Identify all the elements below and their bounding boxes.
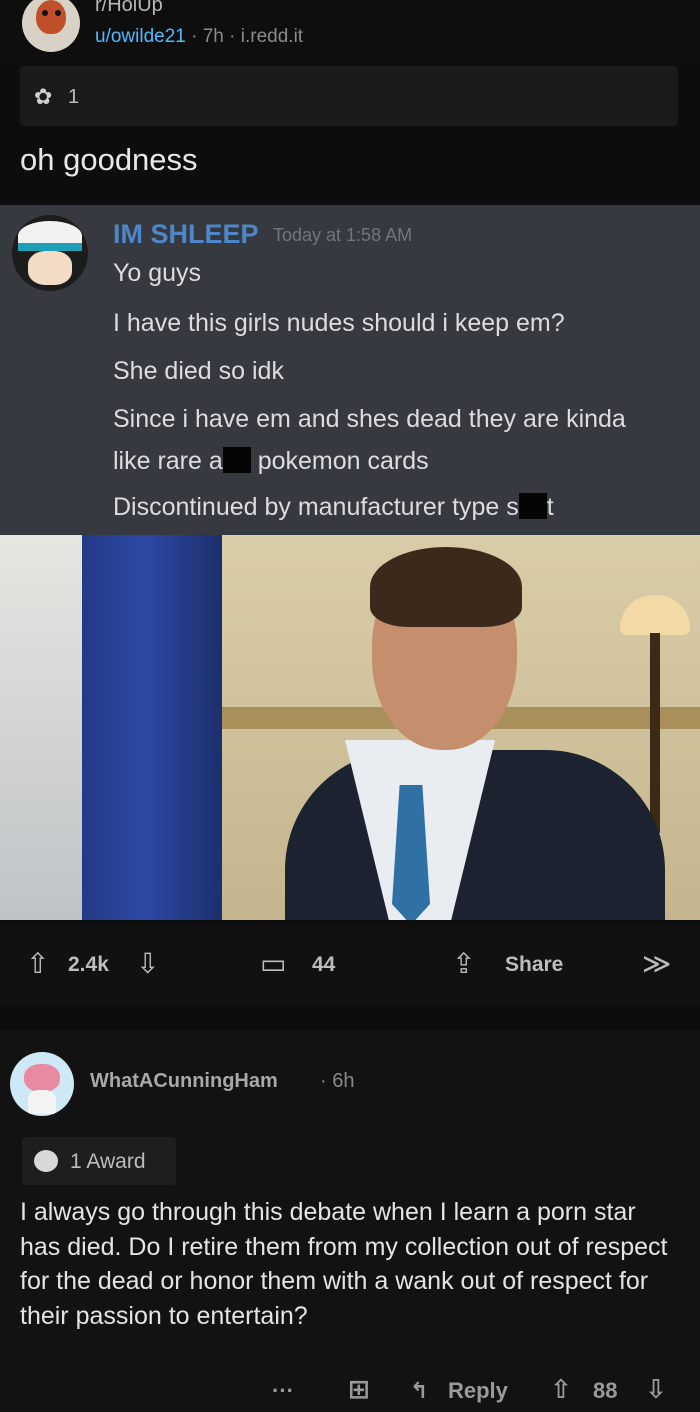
avatar-eye	[55, 10, 61, 16]
post-author[interactable]: u/owilde21	[95, 26, 186, 47]
subreddit-avatar[interactable]	[22, 0, 80, 52]
discord-username: IM SHLEEP	[113, 219, 259, 249]
comment-icon[interactable]: ▭	[260, 947, 286, 980]
avatar-eye	[42, 10, 48, 16]
line-segment: t	[546, 493, 554, 521]
collapse-icon[interactable]: ≫	[642, 947, 671, 980]
redaction-box	[518, 493, 547, 519]
discord-line: I have this girls nudes should i keep em…	[113, 309, 565, 337]
more-options-icon[interactable]: ···	[272, 1378, 294, 1404]
reaction-photo	[0, 535, 700, 920]
reply-button[interactable]: Reply	[448, 1378, 508, 1404]
line-segment: like rare a	[113, 447, 223, 475]
upvote-icon[interactable]: ⇧	[26, 947, 49, 980]
post-action-bar: ⇧ 2.4k ⇩ ▭ 44 ⇪ Share ≫	[0, 927, 700, 1005]
vote-count: 2.4k	[68, 953, 109, 976]
discord-message-screenshot: IM SHLEEP Today at 1:58 AM Yo guys I hav…	[0, 205, 700, 535]
photo-hair	[370, 547, 522, 627]
discord-line: She died so idk	[113, 357, 284, 385]
avatar-face	[36, 0, 66, 34]
avatar-body	[28, 1090, 56, 1114]
discord-timestamp: Today at 1:58 AM	[273, 225, 413, 245]
post-meta: u/owilde21 · 7h · i.redd.it	[95, 26, 303, 48]
discord-line: Discontinued by manufacturer type s t	[113, 493, 554, 522]
post-age: 7h	[202, 26, 224, 47]
award-icon: ✿	[34, 84, 53, 109]
comment-age: · 6h	[320, 1070, 355, 1092]
comment-downvote-icon[interactable]: ⇩	[645, 1374, 667, 1405]
subreddit-name[interactable]: r/HolUp	[95, 0, 163, 17]
photo-curtain	[82, 535, 222, 920]
comment-upvote-icon[interactable]: ⇧	[550, 1374, 572, 1405]
redaction-box	[222, 447, 251, 473]
comment-award-badge[interactable]: 1 Award	[22, 1137, 176, 1185]
post-domain[interactable]: i.redd.it	[241, 26, 303, 47]
share-icon[interactable]: ⇪	[452, 947, 475, 980]
downvote-icon[interactable]: ⇩	[136, 947, 159, 980]
commenter-avatar[interactable]	[10, 1052, 74, 1116]
comment-body: I always go through this debate when I l…	[20, 1198, 668, 1330]
discord-line: like rare a pokemon cards	[113, 447, 429, 476]
discord-line: Since i have em and shes dead they are k…	[113, 405, 626, 433]
comment-count[interactable]: 44	[312, 953, 335, 977]
award-count: 1	[68, 86, 80, 108]
reply-icon[interactable]: ↰	[410, 1378, 428, 1404]
photo-lampstand	[650, 633, 660, 833]
avatar-face	[28, 251, 72, 285]
awards-bar[interactable]: ✿ 1	[20, 66, 678, 126]
comment: WhatACunningHam · 6h 1 Award I always go…	[0, 1030, 700, 1412]
meta-separator: ·	[229, 26, 236, 47]
photo-window	[0, 535, 90, 920]
line-segment: Discontinued by manufacturer type s	[113, 493, 519, 521]
avatar-pig-head	[24, 1064, 60, 1092]
post-title: oh goodness	[20, 142, 198, 177]
comment-score: 88	[593, 1378, 618, 1403]
post-header: r/HolUp u/owilde21 · 7h · i.redd.it	[0, 0, 700, 60]
share-button[interactable]: Share	[505, 953, 563, 977]
comment-author[interactable]: WhatACunningHam	[90, 1070, 278, 1093]
post-image[interactable]: IM SHLEEP Today at 1:58 AM Yo guys I hav…	[0, 205, 700, 920]
avatar-band	[18, 243, 82, 251]
meta-separator: ·	[191, 26, 198, 47]
line-segment: pokemon cards	[257, 447, 429, 475]
discord-avatar	[12, 215, 88, 291]
discord-line: Yo guys	[113, 259, 202, 287]
award-icon	[34, 1150, 58, 1172]
comment-action-bar: ··· ⊞ ↰ Reply ⇧ 88 ⇩	[0, 1372, 700, 1412]
gift-award-icon[interactable]: ⊞	[348, 1374, 370, 1405]
award-label: 1 Award	[70, 1150, 146, 1173]
